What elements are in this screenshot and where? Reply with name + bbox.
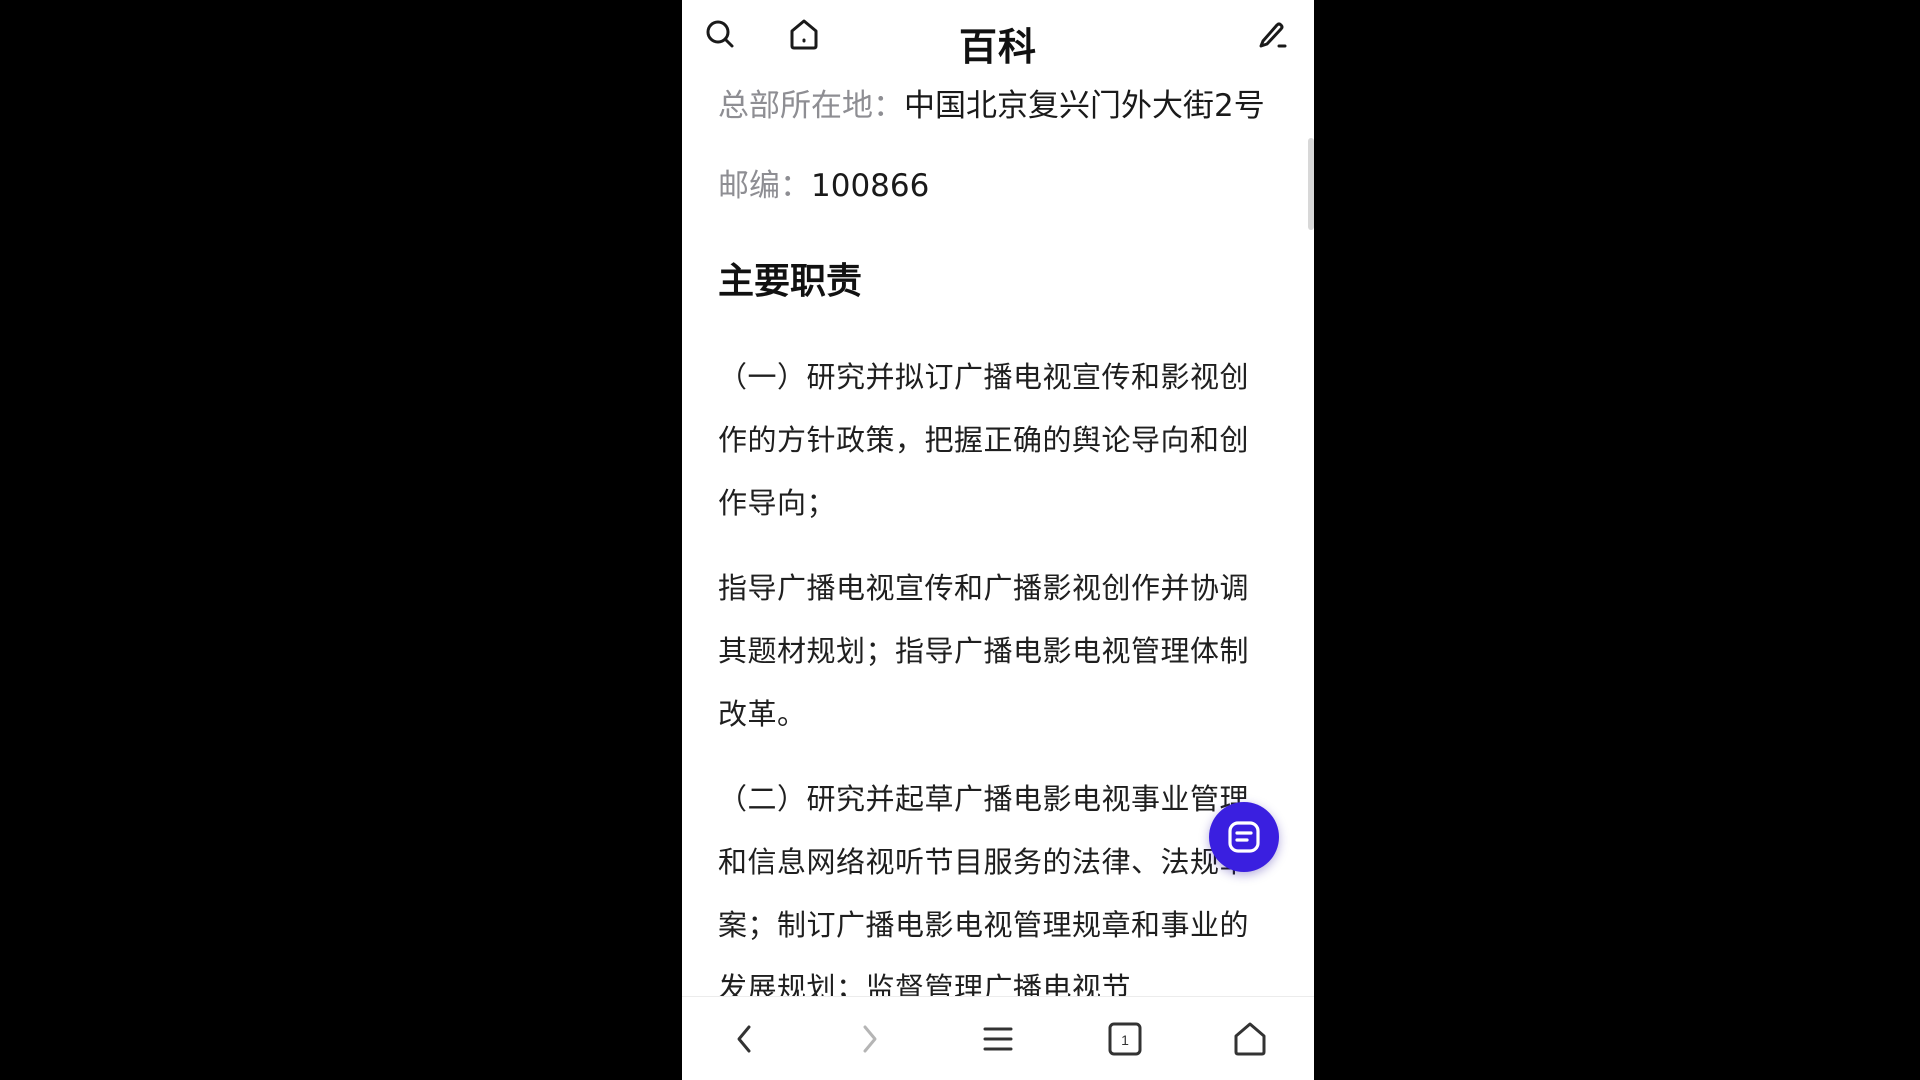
edit-icon[interactable]	[1252, 14, 1292, 54]
headquarters-value: 中国北京复兴门外大街2号	[904, 88, 1265, 124]
back-icon[interactable]	[720, 1014, 770, 1064]
postcode-label: 邮编：	[718, 168, 811, 204]
headquarters-row: 总部所在地：中国北京复兴门外大街2号	[718, 86, 1265, 126]
paragraph: （二）研究并起草广播电影电视事业管理和信息网络视听节目服务的法律、法规草案；制订…	[718, 782, 1250, 996]
tab-count: 1	[1121, 1032, 1129, 1048]
paragraph: 指导广播电视宣传和广播影视创作并协调其题材规划；指导广播电影电视管理体制改革。	[718, 571, 1250, 731]
section-heading: 主要职责	[718, 261, 863, 302]
postcode-row: 邮编：100866	[718, 166, 929, 206]
headquarters-label: 总部所在地：	[718, 88, 904, 124]
browser-screen: 百科 总部所在地：中国北京复兴门外大街2号 邮编：100866 主要职责 （一）…	[682, 0, 1314, 1080]
page-title: 百科	[958, 25, 1037, 69]
home-icon[interactable]	[1225, 1014, 1275, 1064]
menu-icon[interactable]	[973, 1014, 1023, 1064]
floating-action-button[interactable]	[1209, 802, 1279, 872]
postcode-value: 100866	[811, 168, 930, 204]
tabs-icon[interactable]: 1	[1100, 1014, 1150, 1064]
scrollbar-thumb[interactable]	[1308, 138, 1314, 230]
top-bar: 百科	[682, 0, 1314, 78]
note-icon	[1228, 821, 1260, 853]
forward-icon[interactable]	[844, 1014, 894, 1064]
paragraph: （一）研究并拟订广播电视宣传和影视创作的方针政策，把握正确的舆论导向和创作导向；	[718, 360, 1250, 520]
bottom-nav-bar: 1	[682, 996, 1314, 1080]
